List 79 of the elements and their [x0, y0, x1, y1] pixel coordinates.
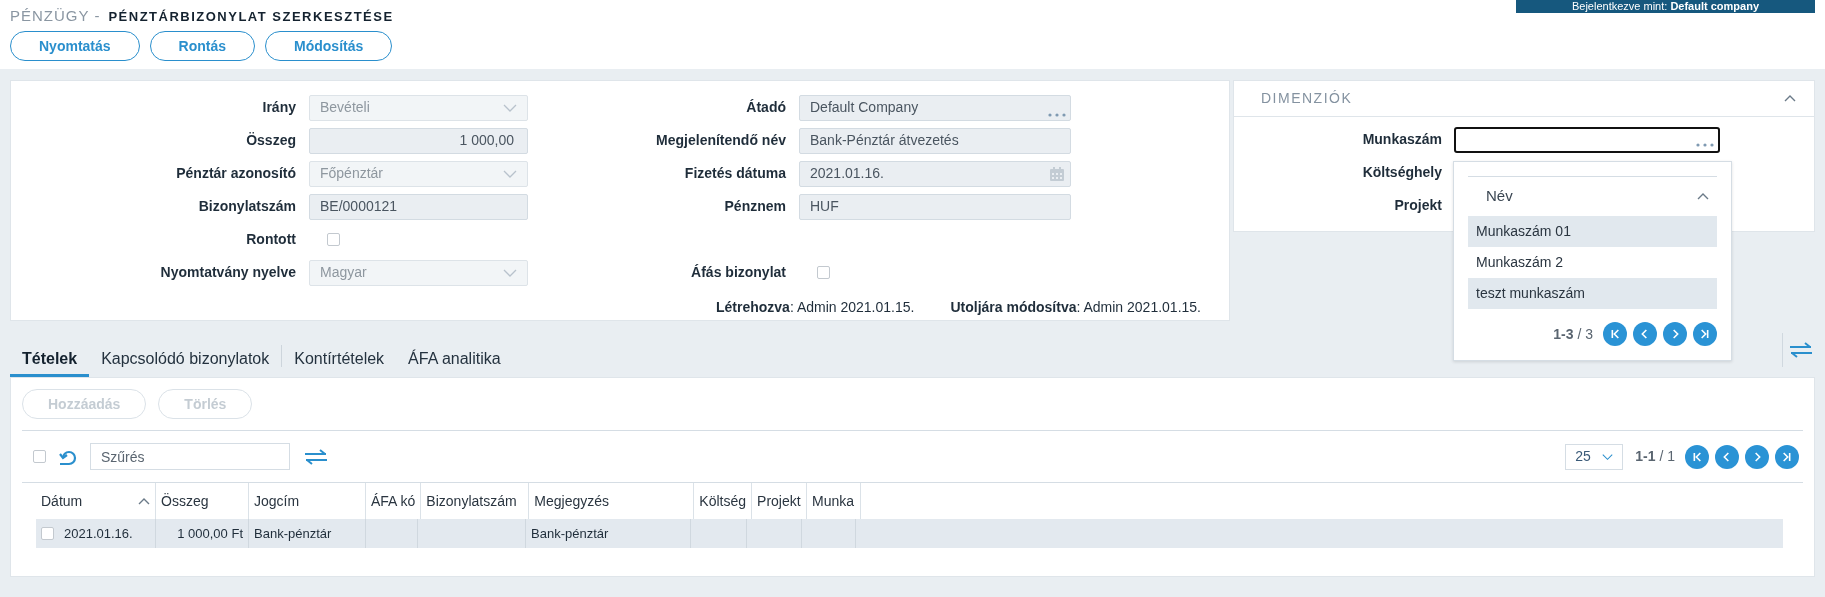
- dropdown-item[interactable]: Munkaszám 01: [1468, 216, 1717, 247]
- previous-page-button[interactable]: [1715, 444, 1739, 469]
- column-header: Név: [1486, 186, 1513, 207]
- field-label: Átadó: [745, 98, 787, 117]
- chevron-down-icon: [503, 103, 517, 112]
- field-value: 1 000,00: [459, 131, 514, 150]
- next-page-button[interactable]: [1663, 322, 1687, 346]
- checkbox[interactable]: [33, 450, 46, 463]
- calendar-icon: [1049, 165, 1065, 182]
- field-label: Összeg: [245, 131, 297, 150]
- input-field[interactable]: 1 000,00: [309, 127, 528, 154]
- panel-title: DIMENZIÓK: [1261, 89, 1353, 108]
- audit-text: Létrehozva: Admin 2021.01.15.: [715, 298, 915, 317]
- input-field[interactable]: BE/0000121: [309, 193, 528, 220]
- field-label: Irány: [261, 98, 297, 117]
- field-value: Főpénztár: [320, 164, 384, 183]
- input-field[interactable]: HUF: [799, 193, 1071, 220]
- first-page-button[interactable]: [1603, 322, 1627, 346]
- last-page-button[interactable]: [1693, 322, 1717, 346]
- checkbox[interactable]: [41, 527, 54, 540]
- checkbox[interactable]: [817, 266, 830, 279]
- table-row[interactable]: 2021.01.16. 1 000,00 Ft Bank-pénztár Bank-pénztár: [36, 519, 1783, 548]
- select-value: 25: [1575, 447, 1591, 466]
- field-label: Rontott: [245, 230, 297, 249]
- page-count: 1-3 / 3: [1553, 324, 1593, 344]
- more-icon: [1696, 142, 1714, 147]
- table-cell-text: 2021.01.16.: [64, 524, 133, 543]
- first-page-button[interactable]: [1685, 444, 1709, 469]
- swap-icon: [304, 448, 328, 465]
- filter-field[interactable]: Szűrés: [90, 443, 290, 470]
- action-button[interactable]: Rontás: [149, 31, 256, 61]
- section-name: PÉNZÜGY -: [10, 6, 101, 26]
- field-value: HUF: [810, 197, 839, 216]
- next-page-button[interactable]: [1745, 444, 1769, 469]
- field-value: 2021.01.16.: [810, 164, 884, 183]
- action-button[interactable]: Nyomtatás: [10, 31, 140, 61]
- field-value: Magyar: [320, 263, 367, 282]
- audit-text: Utoljára módosítva: Admin 2021.01.15.: [950, 298, 1201, 317]
- swap-button[interactable]: [304, 448, 328, 465]
- date-field[interactable]: 2021.01.16.: [799, 160, 1071, 187]
- page-count: 1-1 / 1: [1635, 447, 1675, 466]
- chevron-down-icon: [503, 268, 517, 277]
- page-size-select[interactable]: 25: [1565, 443, 1624, 470]
- action-button[interactable]: Módosítás: [265, 31, 393, 61]
- field-label: Pénznem: [723, 197, 787, 216]
- field-label: Költséghely: [1361, 163, 1443, 182]
- swap-icon: [1789, 342, 1813, 358]
- lookup-field[interactable]: [1454, 126, 1720, 153]
- field-value: Default Company: [810, 98, 919, 117]
- checkbox[interactable]: [327, 233, 340, 246]
- chevron-down-icon: [503, 169, 517, 178]
- previous-page-button[interactable]: [1633, 322, 1657, 346]
- field-label: Fizetés dátuma: [683, 164, 787, 183]
- page-title: PÉNZTÁRBIZONYLAT SZERKESZTÉSE: [108, 8, 394, 26]
- field-label: Munkaszám: [1361, 130, 1443, 149]
- chevron-down-icon: [1602, 452, 1614, 461]
- field-label: Pénztár azonosító: [175, 164, 297, 183]
- sort-up-icon: [1697, 193, 1709, 200]
- field-label: Bizonylatszám: [197, 197, 297, 216]
- field-label: Megjelenítendő név: [655, 131, 787, 150]
- swap-button[interactable]: [1789, 342, 1813, 358]
- tab[interactable]: Kapcsolódó bizonylatok: [89, 343, 282, 377]
- login-text: Bejelentkezve mint: Default company: [1571, 0, 1760, 12]
- table-cell-text: Bank-pénztár: [254, 524, 332, 543]
- field-value: Bevételi: [320, 98, 370, 117]
- field-value: Bank-Pénztár átvezetés: [810, 131, 959, 150]
- field-value: BE/0000121: [320, 197, 398, 216]
- tab[interactable]: Kontírtételek: [282, 343, 397, 377]
- input-field[interactable]: Bank-Pénztár átvezetés: [799, 127, 1071, 154]
- more-icon: [1048, 112, 1066, 117]
- input-field[interactable]: Default Company: [799, 94, 1071, 121]
- table-cell-text: 1 000,00 Ft: [177, 524, 243, 543]
- dropdown-item[interactable]: teszt munkaszám: [1468, 278, 1717, 309]
- table-cell-text: Bank-pénztár: [531, 524, 609, 543]
- field-label: Áfás bizonylat: [690, 263, 787, 282]
- tab[interactable]: ÁFA analitika: [396, 343, 513, 377]
- last-page-button[interactable]: [1775, 444, 1799, 469]
- field-label: Nyomtatvány nyelve: [159, 263, 297, 282]
- field-label: Projekt: [1393, 196, 1443, 215]
